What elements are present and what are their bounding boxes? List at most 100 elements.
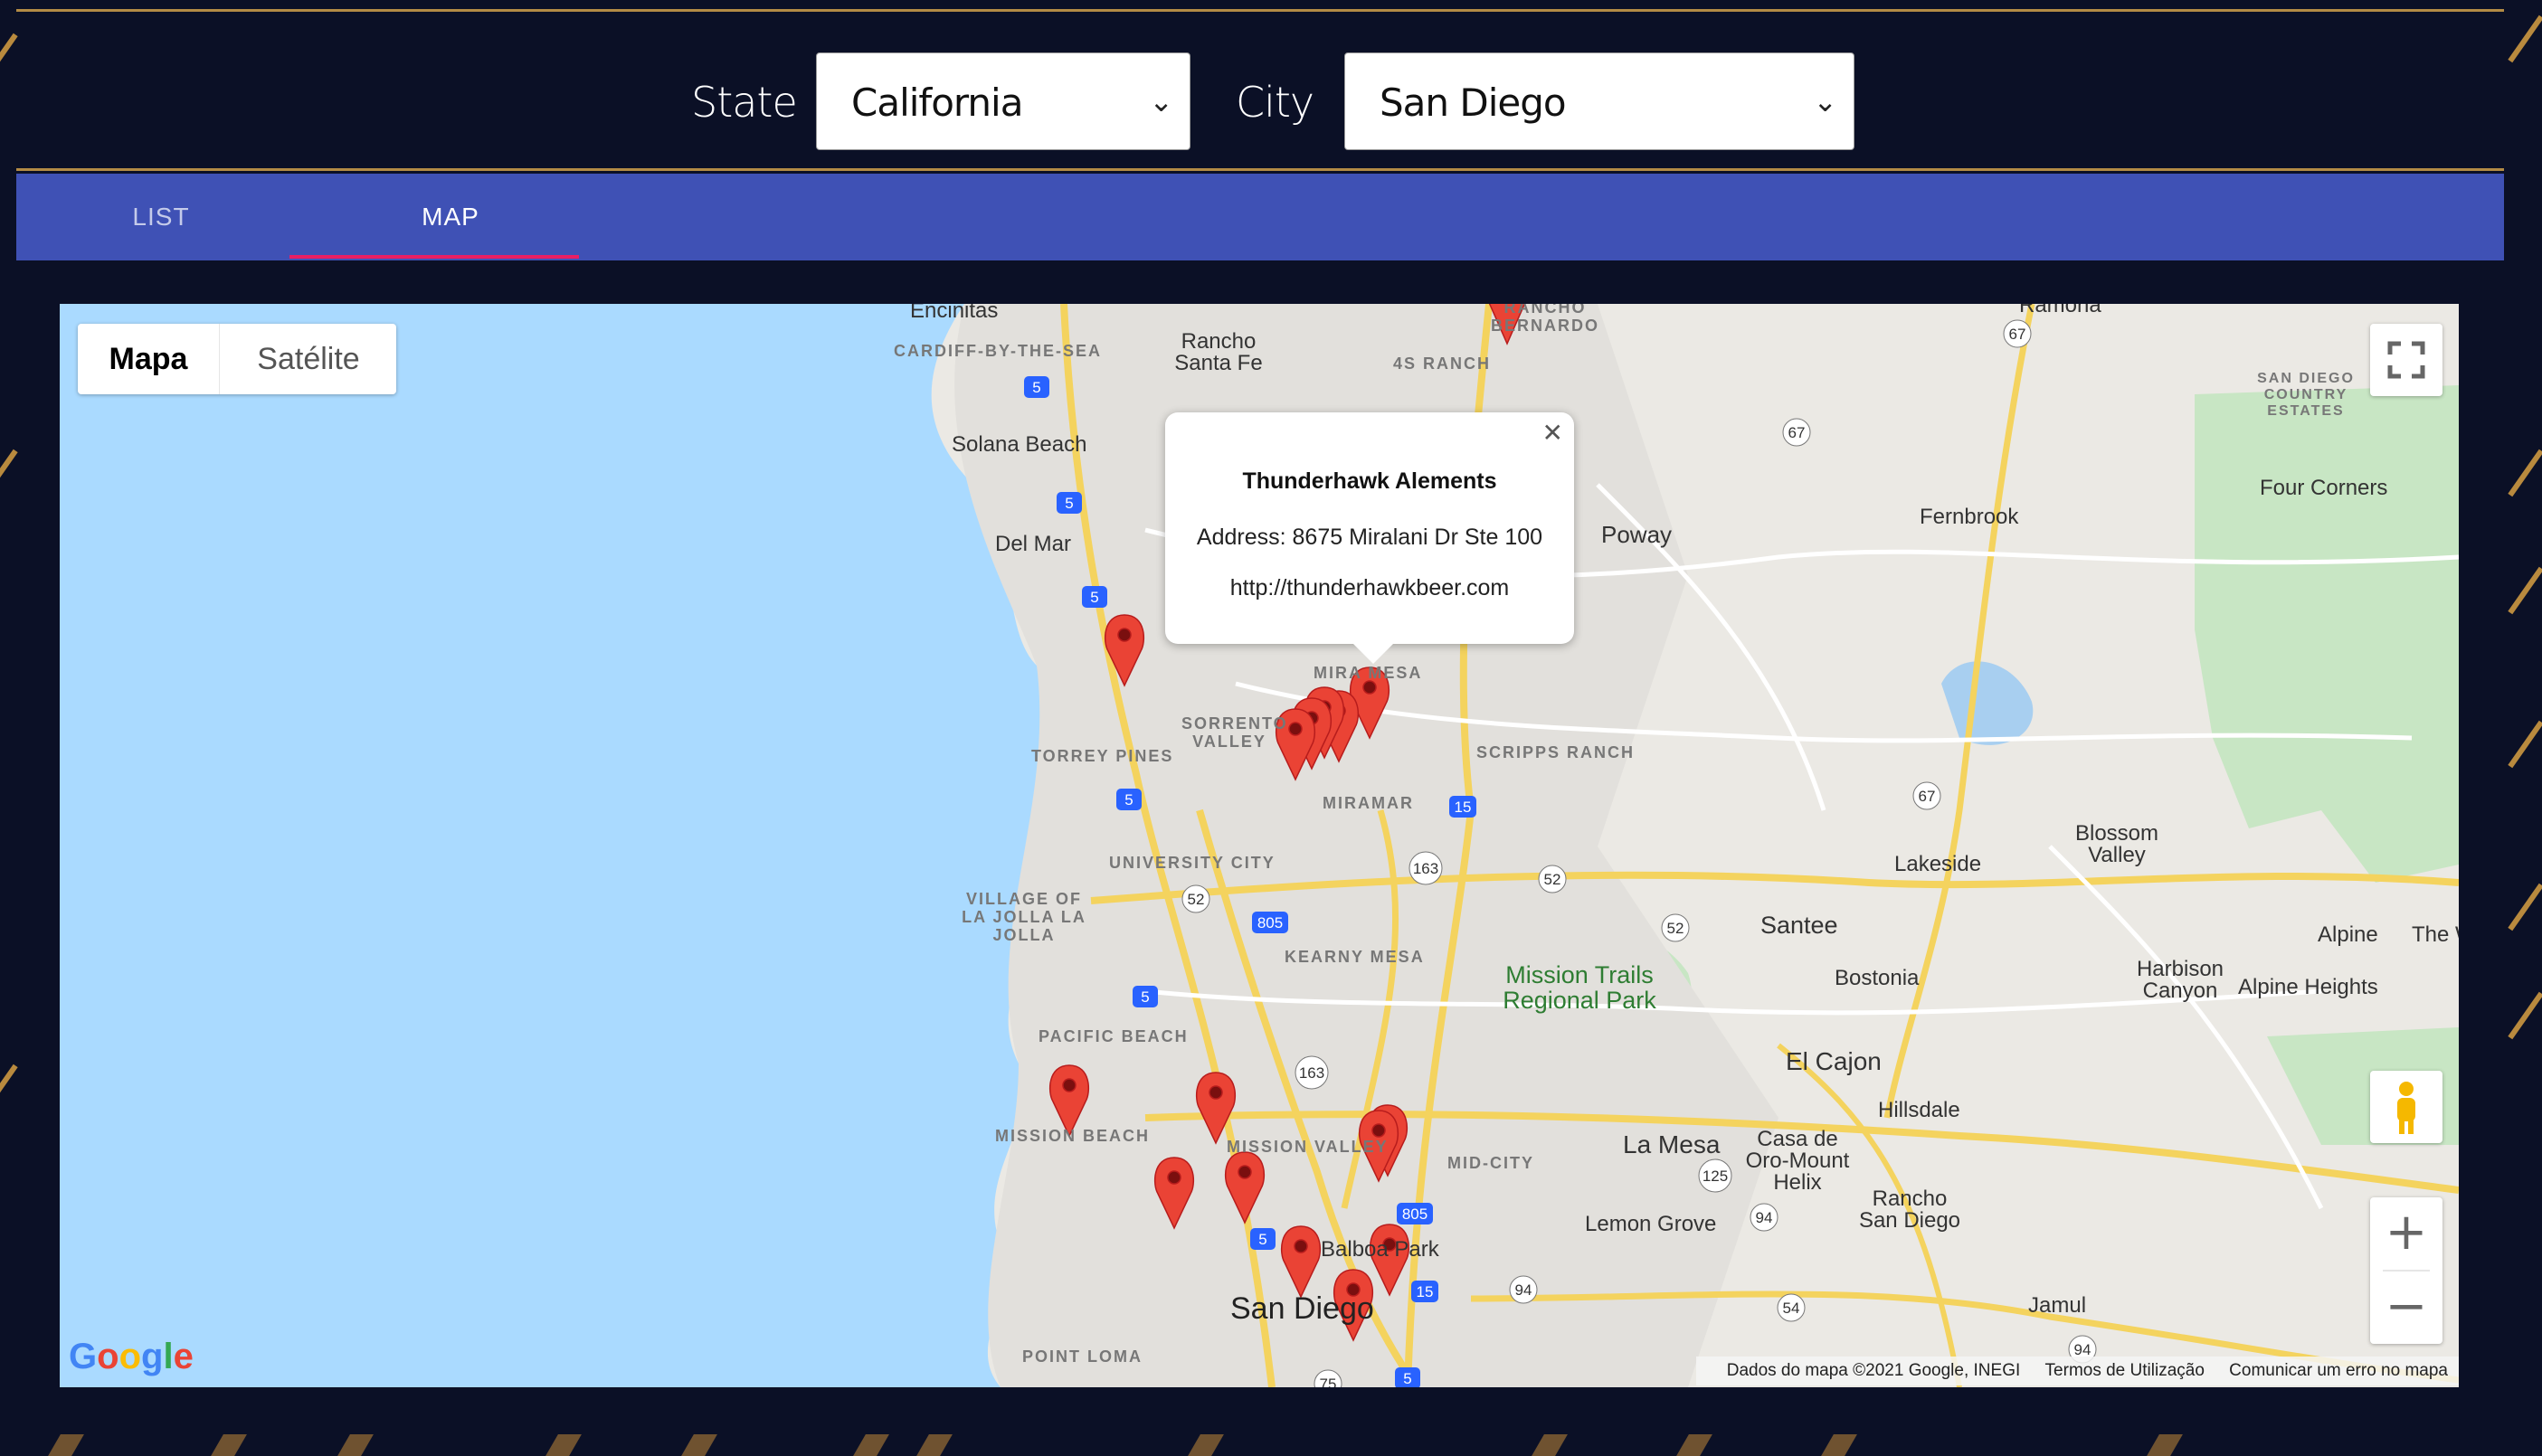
route-shield: 5: [1082, 586, 1107, 608]
state-select-value: California: [851, 80, 1023, 125]
google-map[interactable]: 5 5 5 5 5 5 67 67 67 15 163 52 52 52 805…: [60, 304, 2459, 1387]
svg-text:15: 15: [1417, 1283, 1434, 1300]
map-label: Alpine Heights: [2238, 975, 2378, 999]
map-label: Rancho San Diego: [1858, 1187, 1961, 1233]
svg-text:52: 52: [1544, 871, 1561, 888]
left-decorative-border: [0, 0, 18, 1456]
map-label: Hillsdale: [1878, 1098, 1960, 1122]
map-label: SAN DIEGO COUNTRY ESTATES: [2257, 371, 2355, 419]
map-type-satellite-button[interactable]: Satélite: [219, 324, 397, 394]
svg-text:54: 54: [1783, 1300, 1800, 1317]
zoom-out-button[interactable]: −: [2370, 1272, 2442, 1344]
svg-text:805: 805: [1402, 1205, 1428, 1223]
route-shield: 125: [1698, 1158, 1732, 1193]
map-attribution: Dados do mapa ©2021 Google, INEGI Termos…: [1695, 1357, 2459, 1385]
lake-ramona: [1941, 661, 2034, 745]
map-label: UNIVERSITY CITY: [1109, 854, 1276, 872]
map-label: MISSION BEACH: [995, 1127, 1151, 1145]
map-label: Alpine: [2318, 922, 2378, 947]
pegman-icon: [2397, 1082, 2415, 1134]
google-logo: Google: [69, 1337, 194, 1376]
route-shield: 67: [1782, 418, 1811, 447]
mid-gold-line: [16, 168, 2504, 171]
state-label: State: [691, 78, 798, 127]
svg-text:5: 5: [1032, 379, 1040, 396]
route-shield: 54: [1777, 1293, 1806, 1322]
route-shield: 15: [1411, 1281, 1438, 1302]
route-shield: 94: [1750, 1203, 1778, 1232]
city-label: City: [1236, 78, 1314, 127]
route-shield: 67: [2003, 319, 2032, 348]
route-shield: 52: [1181, 884, 1210, 913]
route-shield: 805: [1397, 1203, 1433, 1224]
report-error-link[interactable]: Comunicar um erro no mapa: [2229, 1361, 2448, 1380]
svg-text:94: 94: [1515, 1281, 1532, 1299]
map-label: The W: [2412, 922, 2459, 947]
map-label: Casa de Oro-Mount Helix: [1745, 1127, 1850, 1195]
chevron-down-icon: ⌄: [1149, 84, 1173, 118]
route-shield: 5: [1250, 1228, 1276, 1250]
map-label: Rancho Santa Fe: [1174, 329, 1263, 375]
svg-text:67: 67: [2009, 326, 2026, 343]
svg-text:163: 163: [1413, 860, 1438, 877]
map-label: Fernbrook: [1920, 505, 2019, 529]
chevron-down-icon: ⌄: [1813, 84, 1837, 118]
map-label: POINT LOMA: [1022, 1347, 1143, 1366]
map-label: La Mesa: [1623, 1130, 1721, 1158]
zoom-control: + −: [2370, 1197, 2442, 1344]
route-shield: 5: [1395, 1367, 1420, 1387]
svg-text:5: 5: [1065, 495, 1073, 512]
tab-list[interactable]: LIST: [16, 174, 306, 260]
map-data-credit: Dados do mapa ©2021 Google, INEGI: [1726, 1361, 2021, 1380]
marker-info-window: ✕ Thunderhawk Alements Address: 8675 Mir…: [1165, 412, 1574, 664]
fullscreen-button[interactable]: [2370, 324, 2442, 396]
map-label: Jamul: [2028, 1293, 2087, 1318]
active-tab-indicator: [289, 255, 579, 259]
map-label: RANCHO BERNARDO: [1491, 304, 1600, 335]
info-window-title: Thunderhawk Alements: [1242, 468, 1497, 494]
info-window-address: Address: 8675 Miralani Dr Ste 100: [1196, 525, 1543, 550]
city-select-value: San Diego: [1380, 80, 1567, 125]
map-type-control: Mapa Satélite: [78, 324, 396, 394]
city-select[interactable]: San Diego ⌄: [1344, 52, 1854, 150]
svg-text:15: 15: [1455, 799, 1472, 816]
svg-text:163: 163: [1299, 1064, 1324, 1082]
close-icon[interactable]: ✕: [1542, 418, 1563, 448]
route-shield: 52: [1538, 865, 1567, 893]
location-filter-bar: State California ⌄ City San Diego ⌄: [16, 13, 2504, 166]
svg-text:52: 52: [1188, 891, 1205, 908]
map-label: Four Corners: [2260, 476, 2388, 500]
route-shield: 5: [1057, 492, 1082, 514]
svg-text:125: 125: [1703, 1168, 1728, 1185]
route-shield: 5: [1116, 789, 1142, 810]
map-label: MID-CITY: [1447, 1154, 1534, 1172]
map-label: Encinitas: [910, 304, 999, 323]
map-label: Solana Beach: [952, 432, 1087, 457]
right-decorative-border: [2499, 0, 2542, 1456]
fullscreen-icon: [2387, 341, 2425, 379]
svg-text:5: 5: [1258, 1231, 1266, 1248]
state-select[interactable]: California ⌄: [816, 52, 1190, 150]
route-shield: 163: [1295, 1055, 1329, 1090]
map-type-map-button[interactable]: Mapa: [78, 324, 219, 394]
street-view-button[interactable]: [2370, 1071, 2442, 1143]
route-shield: 5: [1024, 376, 1049, 398]
map-label: San Diego: [1230, 1291, 1374, 1326]
route-shield: 805: [1252, 912, 1288, 933]
map-label: Harbison Canyon: [2136, 957, 2224, 1003]
route-shield: 94: [1509, 1275, 1538, 1304]
zoom-in-button[interactable]: +: [2370, 1197, 2442, 1270]
info-window-url[interactable]: http://thunderhawkbeer.com: [1165, 575, 1574, 601]
map-label: Blossom Valley: [2074, 821, 2159, 867]
route-shield: 163: [1409, 851, 1443, 885]
map-label: MIRA MESA: [1314, 664, 1423, 682]
svg-text:5: 5: [1403, 1370, 1411, 1387]
map-label: Ramona: [2019, 304, 2101, 317]
map-label: SCRIPPS RANCH: [1476, 743, 1636, 761]
map-label: VILLAGE OF LA JOLLA LA JOLLA: [962, 890, 1086, 944]
terms-link[interactable]: Termos de Utilização: [2045, 1361, 2205, 1380]
top-gold-line: [16, 9, 2504, 12]
ocean: [60, 304, 1050, 1387]
tab-map[interactable]: MAP: [306, 174, 595, 260]
svg-text:5: 5: [1090, 589, 1098, 606]
